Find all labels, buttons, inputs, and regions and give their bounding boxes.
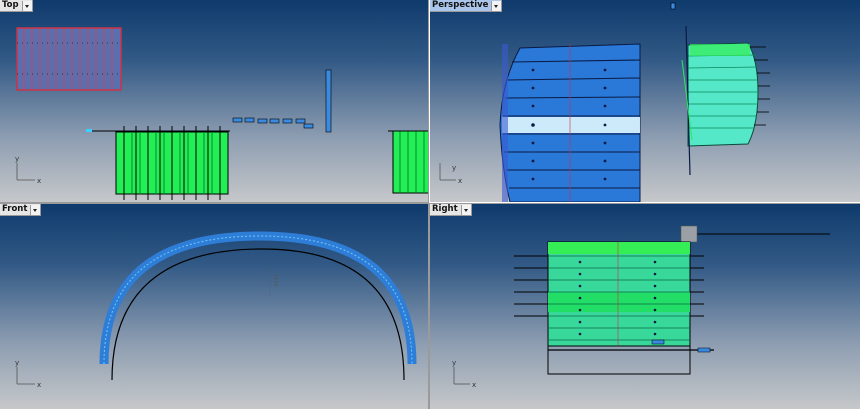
viewport-dropdown-icon[interactable]	[491, 0, 502, 11]
viewport-title-tab[interactable]: Front	[0, 204, 42, 216]
top-view-scene: x y	[15, 27, 428, 200]
axis-triad-icon	[453, 367, 470, 385]
axis-triad-icon	[16, 367, 35, 385]
svg-text:5175: 5175	[272, 274, 278, 287]
viewport-dropdown-icon[interactable]	[460, 204, 471, 215]
viewport-top[interactable]: x y Top	[0, 0, 428, 202]
viewport-title: Front	[2, 204, 28, 214]
axis-x-label: x	[37, 381, 41, 389]
axis-y-label: y	[15, 359, 19, 367]
viewport-dropdown-icon[interactable]	[30, 204, 41, 215]
axis-x-label: x	[472, 381, 476, 389]
viewport-title: Perspective	[432, 0, 489, 10]
axis-x-label: x	[37, 177, 41, 185]
axis-y-label: y	[452, 359, 456, 367]
viewport-title: Top	[2, 0, 19, 10]
viewport-front[interactable]: 5175 x y Front	[0, 204, 428, 409]
axis-triad-icon	[16, 163, 35, 181]
viewport-title-tab[interactable]: Top	[0, 0, 33, 12]
axis-y-label: y	[15, 155, 19, 163]
front-view-scene: 5175 x y	[15, 231, 417, 389]
viewport-right[interactable]: x y Right	[430, 204, 860, 409]
right-view-scene: x y	[452, 225, 830, 389]
viewport-title-tab[interactable]: Right	[430, 204, 472, 216]
viewport-title: Right	[432, 204, 458, 214]
viewport-dropdown-icon[interactable]	[21, 0, 32, 11]
perspective-view-scene: x y	[439, 2, 770, 202]
viewport-perspective[interactable]: x y Perspective	[429, 0, 860, 203]
axis-x-label: x	[458, 177, 462, 185]
viewport-title-tab[interactable]: Perspective	[430, 0, 503, 12]
axis-y-label: y	[452, 164, 456, 172]
